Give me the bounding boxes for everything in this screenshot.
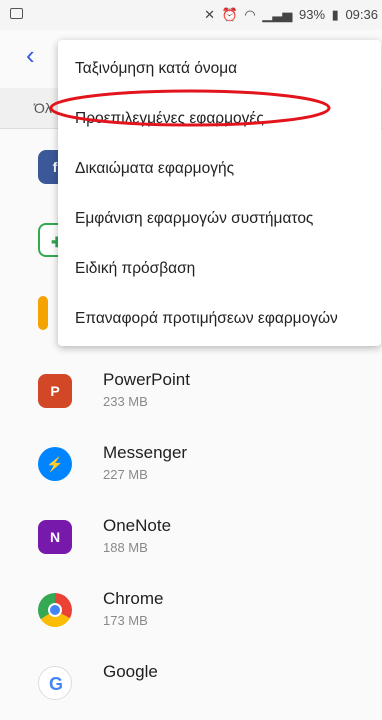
app-size: 227 MB — [103, 467, 148, 482]
app-size: 173 MB — [103, 613, 148, 628]
app-icon — [38, 296, 48, 330]
app-name: PowerPoint — [103, 370, 190, 389]
menu-item-default-apps[interactable]: Προεπιλεγμένες εφαρμογές — [58, 94, 381, 144]
app-name: Messenger — [103, 443, 188, 462]
wifi-icon: ◠ — [244, 7, 256, 22]
powerpoint-icon: P — [38, 374, 72, 408]
chrome-icon — [38, 593, 72, 627]
back-arrow-icon[interactable]: ‹ — [26, 40, 35, 71]
menu-item-label: Επαναφορά προτιμήσεων εφαρμογών — [75, 310, 338, 327]
image-icon — [10, 8, 23, 19]
menu-item-app-permissions[interactable]: Δικαιώματα εφαρμογής — [58, 144, 381, 194]
mute-icon: ✕ — [204, 7, 215, 22]
menu-item-label: Δικαιώματα εφαρμογής — [75, 160, 235, 177]
menu-item-special-access[interactable]: Ειδική πρόσβαση — [58, 244, 381, 294]
alarm-icon: ⏰ — [221, 7, 238, 22]
app-name: Chrome — [103, 589, 164, 608]
menu-item-label: Ειδική πρόσβαση — [75, 260, 196, 277]
messenger-icon: ⚡ — [38, 447, 72, 481]
google-icon: G — [38, 666, 72, 700]
list-item[interactable]: ⚡ Messenger 227 MB — [0, 429, 382, 501]
app-size: 188 MB — [103, 540, 148, 555]
menu-item-label: Εμφάνιση εφαρμογών συστήματος — [75, 210, 314, 227]
status-icons: ✕ ⏰ ◠ ▁▃▅ 93% ▮ 09:36 — [201, 7, 378, 23]
battery-level: 93% — [299, 7, 326, 22]
filter-label: Όλ — [34, 100, 52, 116]
menu-item-label: Ταξινόμηση κατά όνομα — [75, 60, 238, 77]
app-name: OneNote — [103, 516, 172, 535]
app-name: Google — [103, 662, 158, 681]
app-size: 233 MB — [103, 394, 148, 409]
onenote-icon: N — [38, 520, 72, 554]
list-item[interactable]: P PowerPoint 233 MB — [0, 356, 382, 428]
menu-item-show-system-apps[interactable]: Εμφάνιση εφαρμογών συστήματος — [58, 194, 381, 244]
menu-item-reset-app-preferences[interactable]: Επαναφορά προτιμήσεων εφαρμογών — [58, 294, 381, 344]
menu-item-label: Προεπιλεγμένες εφαρμογές — [75, 110, 264, 127]
list-item[interactable]: G Google — [0, 648, 382, 720]
signal-icon: ▁▃▅ — [262, 7, 293, 22]
overflow-menu: Ταξινόμηση κατά όνομα Προεπιλεγμένες εφα… — [58, 40, 381, 346]
status-bar: ✕ ⏰ ◠ ▁▃▅ 93% ▮ 09:36 — [0, 0, 382, 30]
clock: 09:36 — [345, 7, 378, 22]
battery-icon: ▮ — [331, 7, 339, 22]
list-item[interactable]: N OneNote 188 MB — [0, 502, 382, 574]
list-item[interactable]: Chrome 173 MB — [0, 575, 382, 647]
menu-item-sort-by-name[interactable]: Ταξινόμηση κατά όνομα — [58, 44, 381, 94]
